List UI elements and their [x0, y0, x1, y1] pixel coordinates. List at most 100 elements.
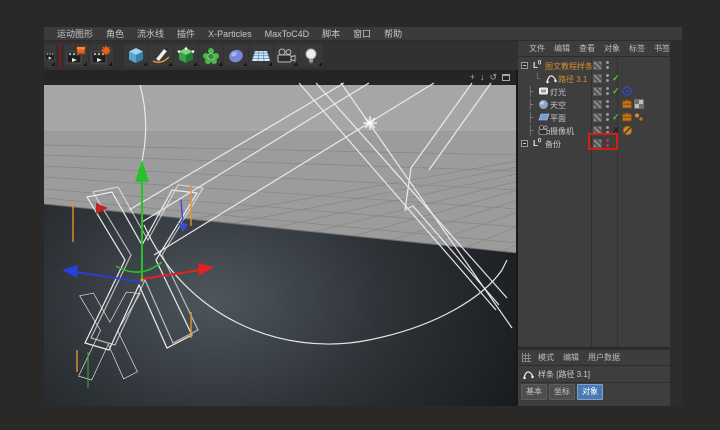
attribute-title: 样条 [路径 3.1] [538, 369, 590, 380]
maximize-view-icon[interactable] [502, 74, 510, 81]
subdivision-surface-icon[interactable] [174, 44, 198, 67]
generator-icon[interactable] [199, 44, 223, 67]
layer-icon[interactable] [593, 61, 602, 70]
attribute-menu-item[interactable]: 用户数据 [588, 352, 620, 363]
layer-icon[interactable] [593, 113, 602, 122]
panel-filler [670, 41, 682, 406]
protection-tag-icon[interactable] [622, 125, 632, 135]
attribute-menu-item[interactable]: 编辑 [563, 352, 579, 363]
spline-icon [523, 369, 534, 380]
main-menu-item[interactable]: 帮助 [384, 27, 402, 40]
zoom-view-icon[interactable]: ↓ [480, 72, 485, 82]
object-label[interactable]: 灯光 [550, 87, 566, 98]
sky-band [44, 85, 518, 130]
editor-visibility-dot[interactable] [606, 126, 609, 129]
phong-tag-icon[interactable] [634, 112, 644, 122]
object-label[interactable]: 备份 [545, 139, 561, 150]
main-menu-item[interactable]: X-Particles [208, 29, 252, 39]
object-row[interactable]: L0 图文教程样条 [518, 59, 670, 72]
object-row[interactable]: └ 路径 3.1 ✓ [518, 72, 670, 85]
screenshot-stage: 运动图形角色流水线插件 X-Particles MaxToC4D 脚本窗口帮助 + ↓ ↺ [0, 0, 720, 430]
light-tag-icon[interactable] [622, 86, 632, 96]
object-row[interactable]: ├ 平面 ✓ [518, 111, 670, 124]
mograph-cube-icon[interactable] [64, 44, 88, 67]
tree-branch: └ [534, 73, 540, 83]
object-label[interactable]: 天空 [550, 100, 566, 111]
cube-primitive-icon[interactable] [124, 44, 148, 67]
object-manager-menu-item[interactable]: 对象 [604, 43, 620, 54]
object-manager-menu-item[interactable]: 文件 [529, 43, 545, 54]
main-menu-item[interactable]: 窗口 [353, 27, 371, 40]
mograph-clip-icon[interactable] [44, 44, 56, 67]
object-manager-menu-item[interactable]: 编辑 [554, 43, 570, 54]
attribute-title-row: 样条 [路径 3.1] [518, 366, 670, 383]
object-manager-panel: 文件编辑查看对象标签书签 L0图文教程样条└路径 3.1✓├灯光✓├天空├平面✓… [518, 41, 670, 406]
attribute-menu-item[interactable]: 模式 [538, 352, 554, 363]
null-object-icon: L0 [533, 60, 541, 70]
compositing-tag-icon[interactable] [622, 112, 632, 122]
compositing-tag-icon[interactable] [622, 99, 632, 109]
object-label[interactable]: 图文教程样条 [545, 61, 593, 72]
object-label[interactable]: 摄像机 [550, 126, 574, 137]
panel-grid-icon[interactable] [522, 353, 531, 362]
expander-icon[interactable] [521, 140, 528, 147]
attribute-tabs: 基本坐标对象 [518, 383, 670, 401]
viewport-3d-scene[interactable] [44, 70, 518, 406]
tree-branch: ├ [527, 86, 533, 96]
object-manager-menu: 文件编辑查看对象标签书签 [518, 41, 670, 57]
object-label[interactable]: 平面 [550, 113, 566, 124]
render-visibility-dot[interactable] [606, 92, 609, 95]
main-menu-item[interactable]: MaxToC4D [265, 29, 310, 39]
editor-visibility-dot[interactable] [606, 100, 609, 103]
main-toolbar [44, 41, 518, 70]
editor-visibility-dot[interactable] [606, 61, 609, 64]
viewport[interactable]: + ↓ ↺ [44, 70, 518, 406]
expander-icon[interactable] [521, 62, 528, 69]
main-menu-item[interactable]: 脚本 [322, 27, 340, 40]
camera-tool-icon[interactable] [274, 44, 298, 67]
main-menu-item[interactable]: 插件 [177, 27, 195, 40]
main-menu-bar: 运动图形角色流水线插件 X-Particles MaxToC4D 脚本窗口帮助 [44, 27, 682, 41]
attribute-tab-selected[interactable]: 对象 [577, 384, 603, 400]
object-list: L0图文教程样条└路径 3.1✓├灯光✓├天空├平面✓├摄像机✕L0备份 [518, 57, 670, 347]
tree-branch: ├ [527, 112, 533, 122]
layer-icon[interactable] [593, 74, 602, 83]
object-manager-menu-item[interactable]: 标签 [629, 43, 645, 54]
plane-icon [538, 112, 550, 124]
editor-visibility-dot[interactable] [606, 87, 609, 90]
cinema4d-window: 运动图形角色流水线插件 X-Particles MaxToC4D 脚本窗口帮助 + ↓ ↺ [44, 27, 682, 406]
pan-view-icon[interactable]: + [470, 72, 475, 82]
render-visibility-dot[interactable] [606, 66, 609, 69]
viewport-controls: + ↓ ↺ [470, 70, 510, 84]
floor-environment-icon[interactable] [249, 44, 273, 67]
render-visibility-dot[interactable] [606, 118, 609, 121]
render-visibility-dot[interactable] [606, 79, 609, 82]
light-tool-icon[interactable] [299, 44, 323, 67]
object-row[interactable]: ├ 灯光 ✓ [518, 85, 670, 98]
rotate-view-icon[interactable]: ↺ [489, 72, 497, 82]
layer-icon[interactable] [593, 87, 602, 96]
object-label[interactable]: 路径 3.1 [558, 74, 587, 85]
object-manager-menu-item[interactable]: 书签 [654, 43, 670, 54]
mograph-gear-icon[interactable] [89, 44, 113, 67]
main-menu-item[interactable]: 角色 [106, 27, 124, 40]
editor-visibility-dot[interactable] [606, 74, 609, 77]
object-manager-menu-item[interactable]: 查看 [579, 43, 595, 54]
camera-icon [538, 125, 550, 137]
editor-visibility-dot[interactable] [606, 113, 609, 116]
light-icon [538, 86, 549, 98]
deformer-icon[interactable] [224, 44, 248, 67]
viewport-top-strip [44, 70, 518, 85]
main-menu-item[interactable]: 运动图形 [57, 27, 93, 40]
texture-tag-icon[interactable] [634, 99, 644, 109]
object-row[interactable]: ├天空 [518, 98, 670, 111]
layer-icon[interactable] [593, 100, 602, 109]
main-menu-item[interactable]: 流水线 [137, 27, 164, 40]
enabled-check-icon[interactable]: ✓ [612, 73, 620, 84]
attribute-tab-[interactable]: 基本 [521, 384, 547, 400]
spline-pen-icon[interactable] [149, 44, 173, 67]
attribute-tab-[interactable]: 坐标 [549, 384, 575, 400]
enabled-check-icon[interactable]: ✓ [612, 112, 620, 123]
enabled-check-icon[interactable]: ✓ [612, 86, 620, 97]
render-visibility-dot[interactable] [606, 105, 609, 108]
